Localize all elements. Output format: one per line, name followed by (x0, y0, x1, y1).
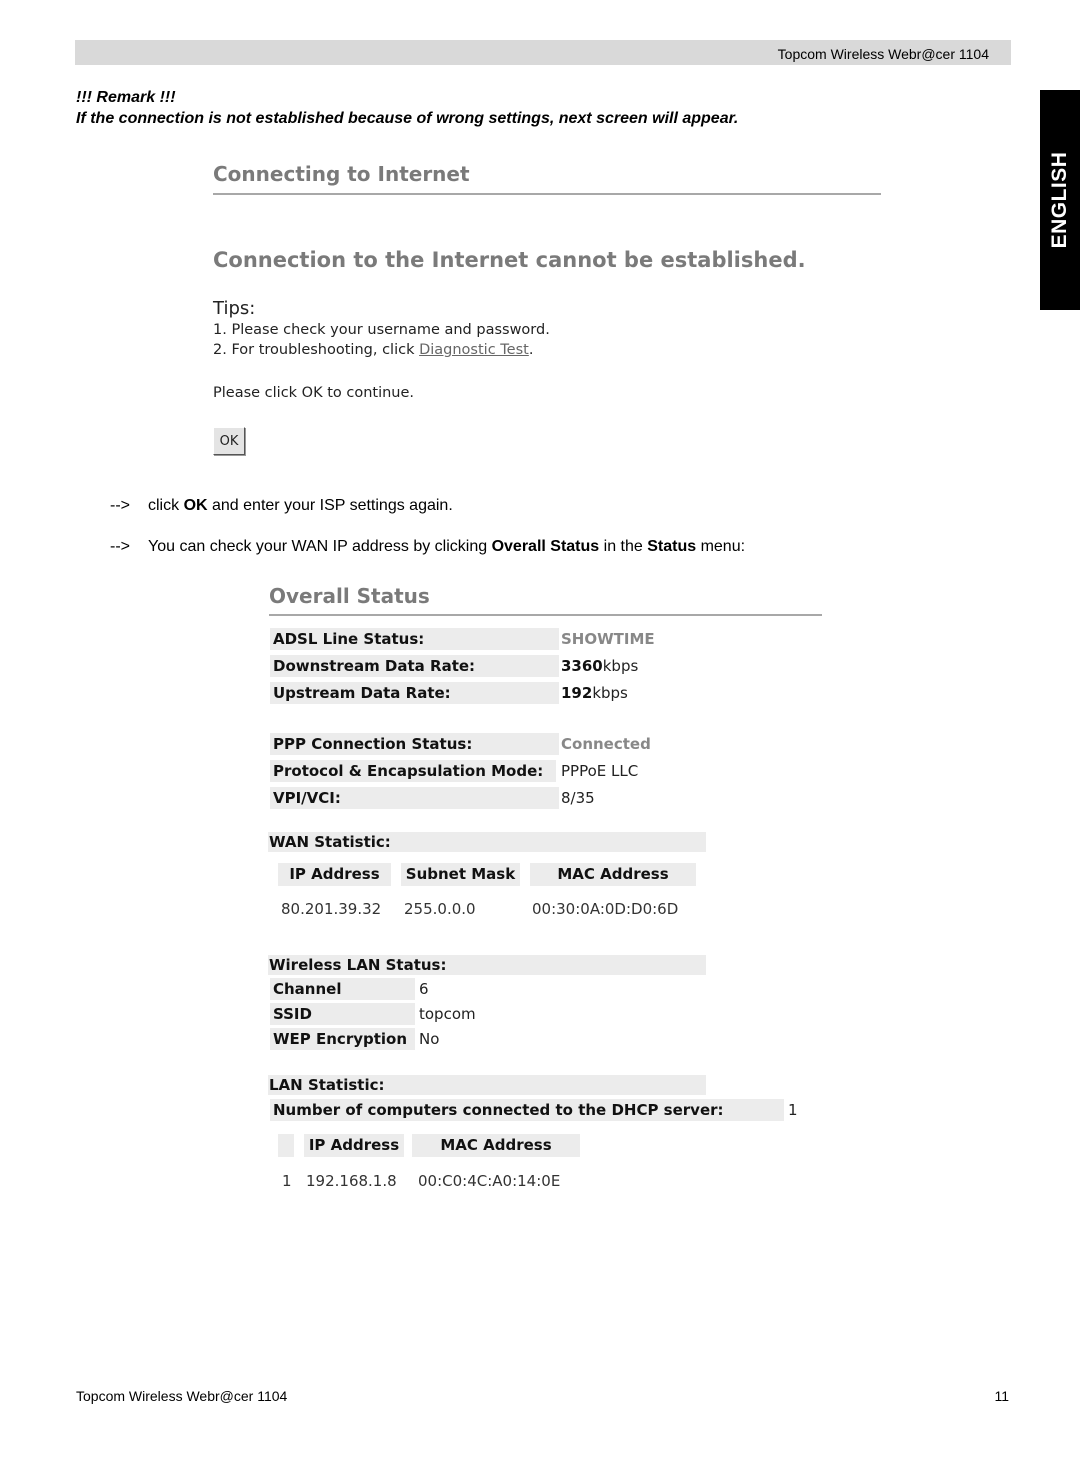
protocol-mode-value: PPPoE LLC (561, 762, 639, 780)
tip-2: 2. For troubleshooting, click Diagnostic… (213, 342, 533, 358)
diagnostic-test-link[interactable]: Diagnostic Test (419, 342, 529, 358)
continue-text: Please click OK to continue. (213, 385, 415, 401)
wan-statistic-heading: WAN Statistic: (268, 832, 706, 852)
language-tab: ENGLISH (1040, 90, 1080, 310)
protocol-mode-label: Protocol & Encapsulation Mode: (270, 760, 556, 782)
cell-bg (556, 655, 559, 677)
overall-status-title: Overall Status (269, 584, 430, 608)
dhcp-count-value: 1 (788, 1101, 798, 1119)
title-divider (213, 193, 881, 195)
vpi-vci-label: VPI/VCI: (270, 787, 556, 809)
remark-text: If the connection is not established bec… (76, 110, 739, 127)
adsl-line-status-value: SHOWTIME (561, 630, 655, 648)
instruction-bold: Overall Status (491, 538, 600, 555)
wlan-ssid-value: topcom (419, 1005, 476, 1023)
lan-ip-address: 192.168.1.8 (306, 1172, 397, 1190)
tips-heading: Tips: (213, 298, 256, 319)
lan-col-mac-address: MAC Address (412, 1134, 580, 1157)
remark-title: !!! Remark !!! (76, 89, 176, 106)
dhcp-count-label: Number of computers connected to the DHC… (270, 1099, 784, 1121)
wlan-channel-value: 6 (419, 980, 429, 998)
cell-bg (556, 787, 559, 809)
connecting-title: Connecting to Internet (213, 162, 470, 186)
downstream-rate-value: 3360kbps (561, 655, 638, 677)
instruction-text: menu: (696, 538, 746, 555)
page-header: Topcom Wireless Webr@cer 1104 (75, 40, 1011, 65)
tip-2-prefix: 2. For troubleshooting, click (213, 342, 420, 358)
wlan-status-heading: Wireless LAN Status: (268, 955, 706, 975)
rate-unit: kbps (592, 684, 628, 702)
downstream-rate-number: 3360 (561, 657, 603, 675)
upstream-rate-number: 192 (561, 684, 593, 702)
ok-button[interactable]: OK (213, 427, 245, 455)
downstream-rate-label: Downstream Data Rate: (270, 655, 556, 677)
instruction-2: --> You can check your WAN IP address by … (110, 538, 745, 556)
wan-subnet-mask: 255.0.0.0 (404, 900, 476, 918)
instruction-text: and enter your ISP settings again. (207, 497, 453, 514)
lan-mac-address: 00:C0:4C:A0:14:0E (418, 1172, 561, 1190)
title-divider (269, 614, 822, 616)
footer-title: Topcom Wireless Webr@cer 1104 (76, 1388, 288, 1404)
wlan-wep-value: No (419, 1030, 440, 1048)
wlan-wep-label: WEP Encryption (270, 1028, 415, 1050)
rate-unit: kbps (602, 657, 639, 675)
instruction-bold: Status (647, 538, 697, 555)
wan-ip-address: 80.201.39.32 (281, 900, 382, 918)
ppp-status-value: Connected (561, 735, 651, 753)
upstream-rate-label: Upstream Data Rate: (270, 682, 556, 704)
arrow-marker: --> (110, 497, 130, 514)
wan-mac-address: 00:30:0A:0D:D0:6D (532, 900, 679, 918)
wan-col-ip-address: IP Address (278, 863, 391, 886)
wan-col-subnet-mask: Subnet Mask (401, 863, 520, 886)
upstream-rate-value: 192kbps (561, 682, 628, 704)
vpi-vci-value: 8/35 (561, 789, 595, 807)
tip-1: 1. Please check your username and passwo… (213, 322, 550, 338)
cell-bg (556, 682, 559, 704)
instruction-text: in the (599, 538, 648, 555)
tip-2-suffix: . (528, 342, 534, 358)
lan-row-index: 1 (282, 1172, 292, 1190)
ppp-status-label: PPP Connection Status: (270, 733, 556, 755)
adsl-line-status-label: ADSL Line Status: (270, 628, 556, 650)
wlan-channel-label: Channel (270, 978, 415, 1000)
language-label: ENGLISH (1048, 151, 1071, 249)
wan-col-mac-address: MAC Address (530, 863, 696, 886)
instruction-1: --> click OK and enter your ISP settings … (110, 497, 453, 515)
arrow-marker: --> (110, 538, 130, 555)
remark-block: !!! Remark !!! If the connection is not … (76, 87, 738, 129)
header-title: Topcom Wireless Webr@cer 1104 (777, 46, 989, 62)
wlan-ssid-label: SSID (270, 1003, 415, 1025)
cell-bg (556, 628, 559, 650)
instruction-bold: OK (183, 497, 208, 514)
lan-statistic-heading: LAN Statistic: (268, 1075, 706, 1095)
lan-col-index (278, 1134, 294, 1157)
connection-error-message: Connection to the Internet cannot be est… (213, 248, 806, 272)
instruction-text: You can check your WAN IP address by cli… (148, 538, 492, 555)
page-number: 11 (994, 1388, 1009, 1404)
lan-col-ip-address: IP Address (304, 1134, 404, 1157)
cell-bg (556, 733, 559, 755)
instruction-text: click (148, 497, 184, 514)
